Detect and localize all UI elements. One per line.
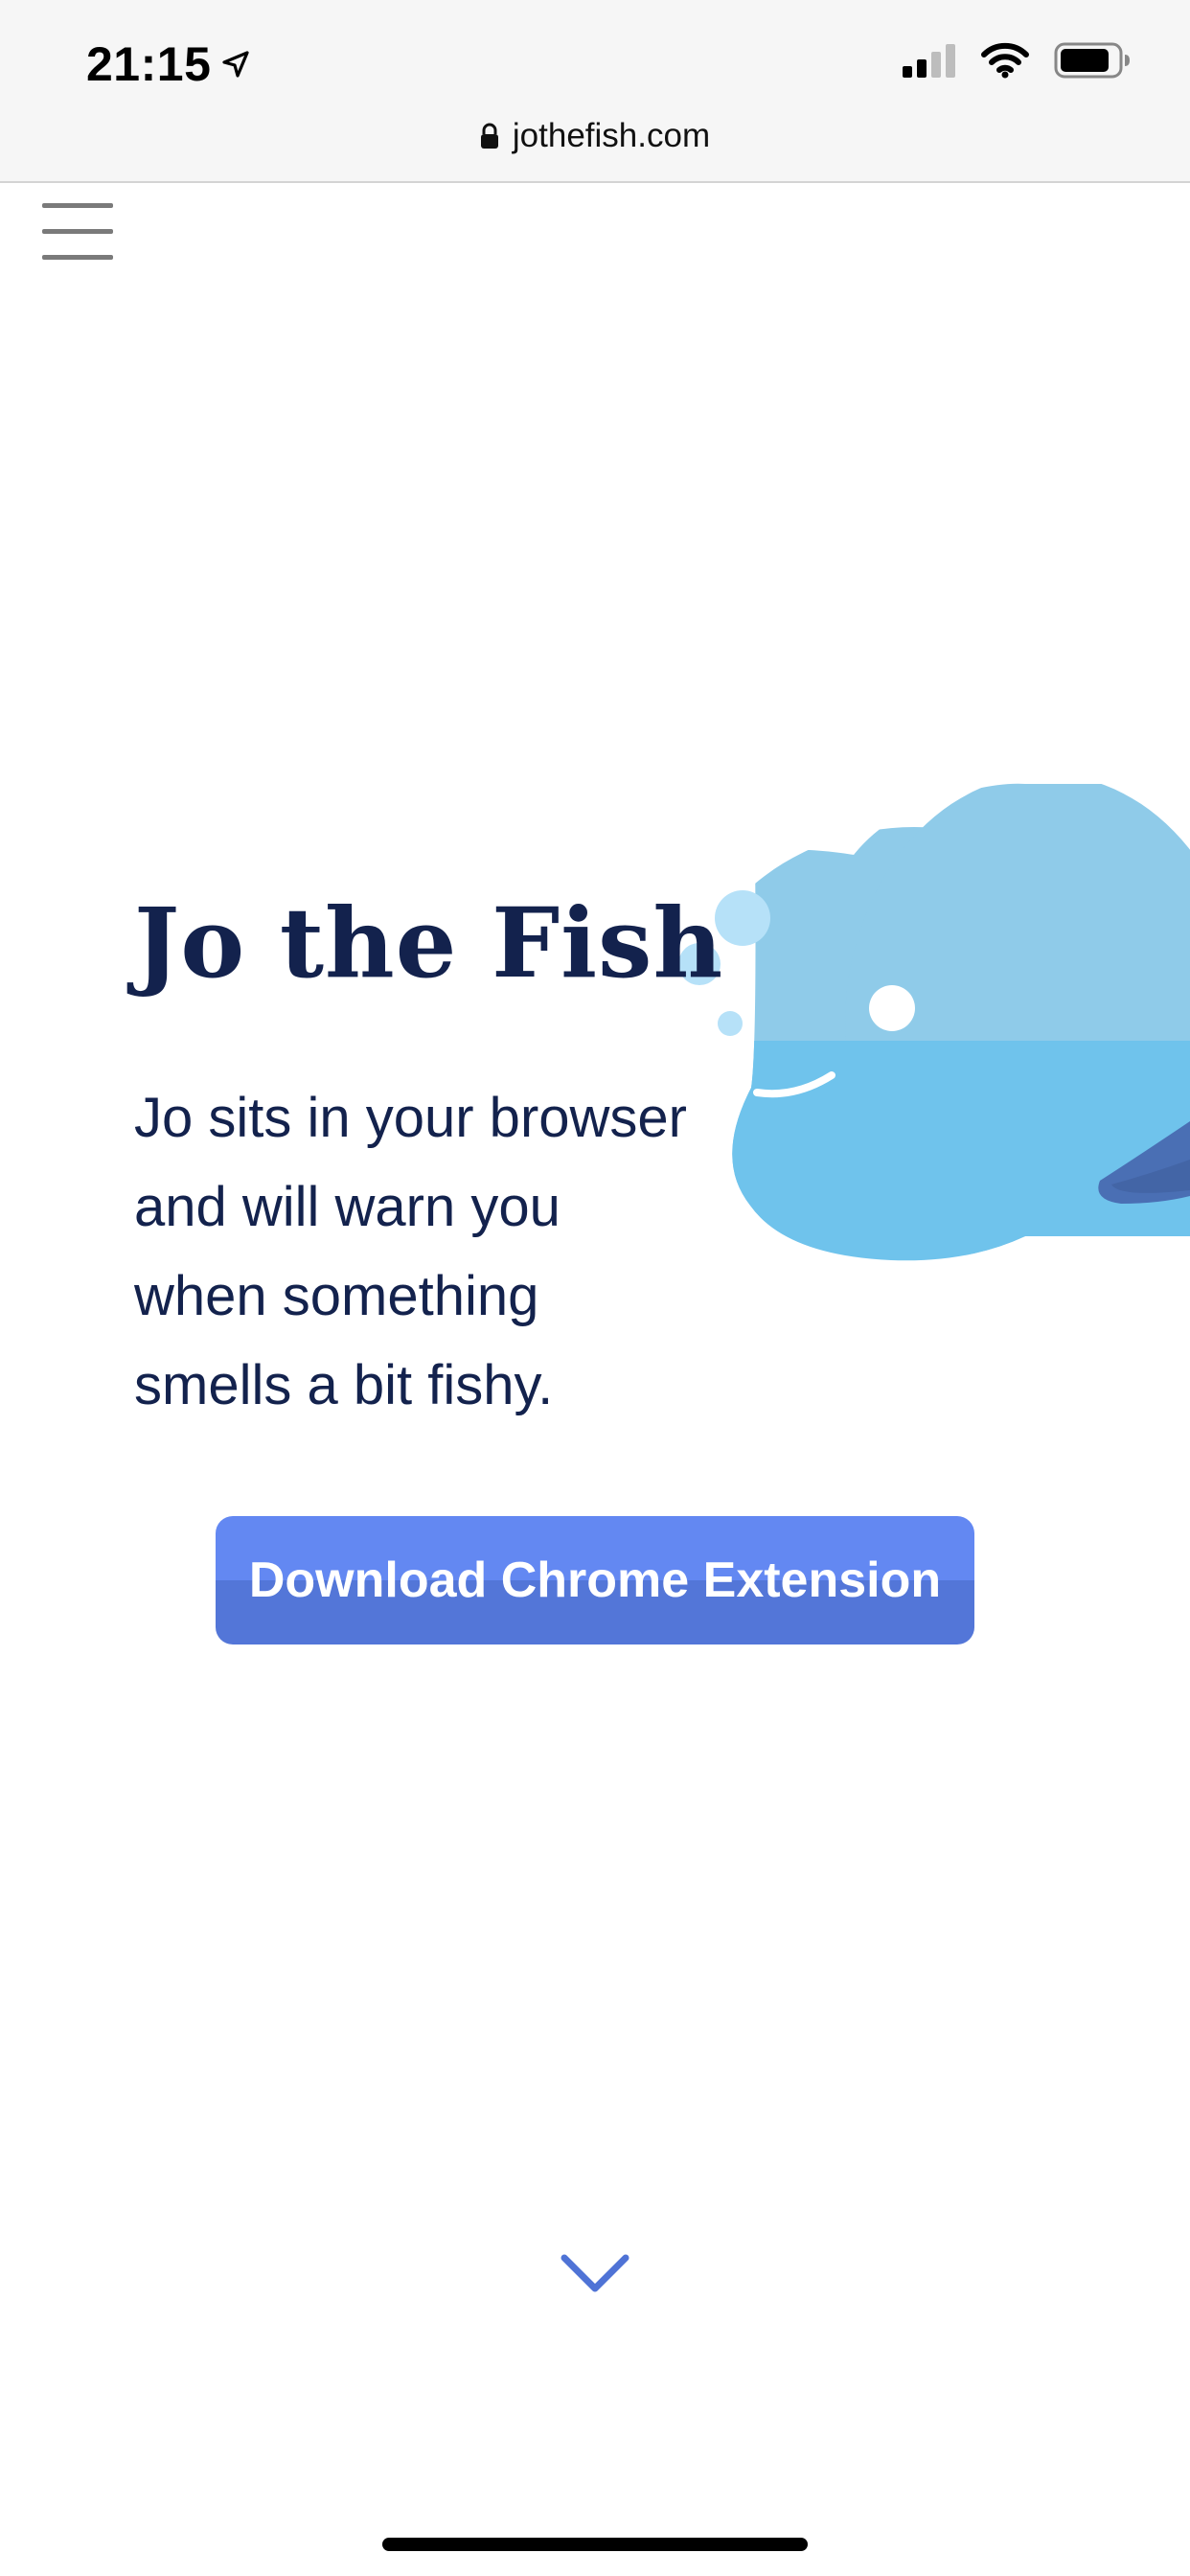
browser-chrome: 21:15 jothefish.com xyxy=(0,0,1190,183)
address-bar[interactable]: jothefish.com xyxy=(0,113,1190,159)
hero-description: Jo sits in your browser and will warn yo… xyxy=(134,1073,747,1430)
status-time: 21:15 xyxy=(86,36,251,92)
fish-eye xyxy=(869,985,915,1031)
hero-description-line: smells a bit fishy. xyxy=(134,1354,554,1416)
hamburger-menu-icon[interactable] xyxy=(42,201,113,261)
location-arrow-icon xyxy=(222,51,249,78)
status-time-text: 21:15 xyxy=(86,37,212,91)
chevron-down-icon[interactable] xyxy=(560,2252,630,2296)
battery-icon xyxy=(1054,42,1130,79)
hero-description-line: Jo sits in your browser xyxy=(134,1087,687,1149)
bubble xyxy=(718,1011,743,1036)
page-title: Jo the Fish xyxy=(134,886,724,1000)
cellular-signal-icon xyxy=(903,44,955,78)
hero-description-line: when something xyxy=(134,1265,539,1327)
download-chrome-extension-button[interactable]: Download Chrome Extension xyxy=(216,1516,974,1644)
home-indicator[interactable] xyxy=(382,2538,808,2551)
lock-icon xyxy=(480,123,498,149)
hero-description-line: and will warn you xyxy=(134,1176,561,1238)
url-text: jothefish.com xyxy=(512,117,711,154)
wifi-icon xyxy=(981,42,1029,79)
status-icons xyxy=(903,42,1131,79)
